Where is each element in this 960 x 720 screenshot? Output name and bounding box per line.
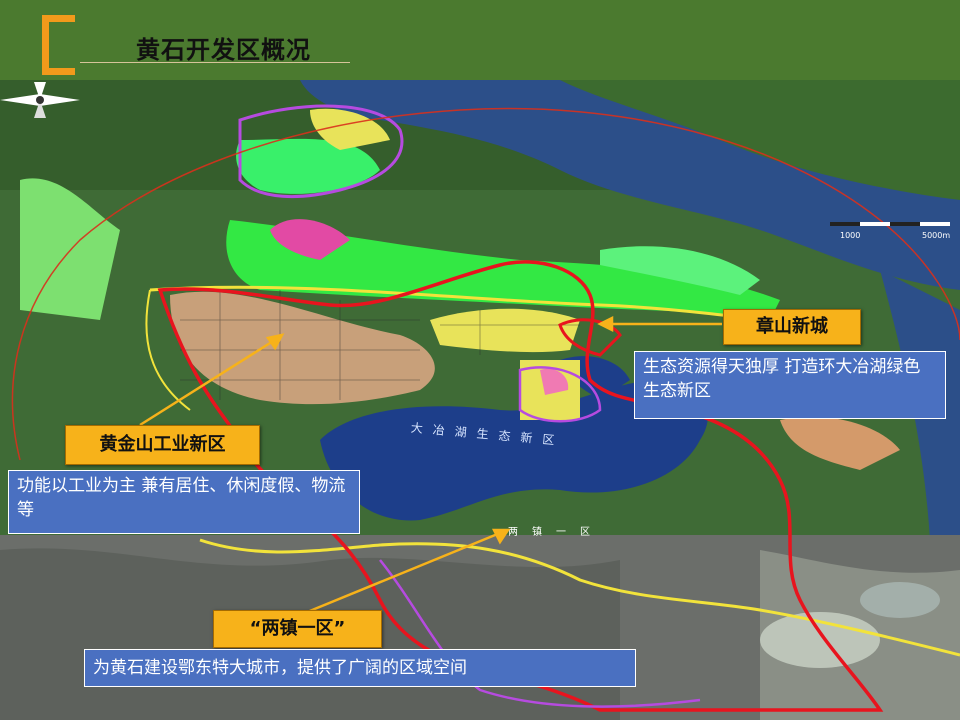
scale-left-label: 1000 bbox=[840, 231, 860, 240]
slide-header: 黄石开发区概况 bbox=[0, 0, 960, 80]
scale-right-label: 5000m bbox=[922, 231, 950, 240]
page-title: 黄石开发区概况 bbox=[136, 36, 311, 64]
zhangshan-label: 章山新城 bbox=[723, 309, 861, 345]
two-towns-label: 两镇一区 bbox=[508, 525, 604, 538]
north-arrow-icon bbox=[0, 82, 80, 118]
huangjinshan-label: 黄金山工业新区 bbox=[65, 425, 260, 465]
title-underline bbox=[80, 62, 350, 63]
orange-bracket-icon bbox=[42, 15, 75, 75]
zhangshan-description: 生态资源得天独厚 打造环大冶湖绿色生态新区 bbox=[634, 351, 946, 419]
huangjinshan-description: 功能以工业为主 兼有居住、休闲度假、物流等 bbox=[8, 470, 360, 534]
map-area: 大冶湖生态新区 两镇一区 1000 5000m 章山新城 生态资源得天独厚 打造… bbox=[0, 80, 960, 720]
scale-bar: 1000 5000m bbox=[830, 222, 950, 240]
liangzhen-description: 为黄石建设鄂东特大城市，提供了广阔的区域空间 bbox=[84, 649, 636, 687]
liangzhen-label: “两镇一区” bbox=[213, 610, 382, 648]
